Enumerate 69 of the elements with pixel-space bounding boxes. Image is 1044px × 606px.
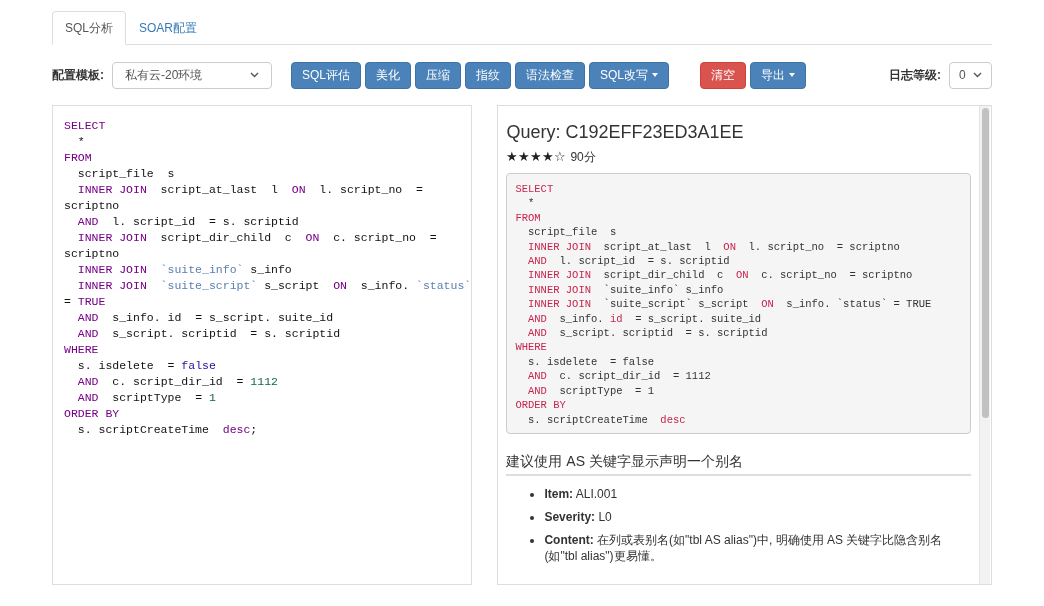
toolbar-button[interactable]: 清空 (700, 61, 747, 89)
section-heading: 建议使用 AS 关键字显示声明一个别名 (506, 450, 971, 476)
code-line: = TRUE (64, 294, 107, 310)
toolbar-button[interactable]: SQL评估 (291, 61, 361, 89)
score: 90分 (570, 149, 596, 166)
code-line: AND s_info. id = s_script. suite_id (527, 311, 763, 327)
code-line: s. isdelete = false (527, 354, 656, 370)
code-line: INNER JOIN script_at_last l ON l. script_no = (76, 182, 424, 198)
code-line: AND s_script. scriptid = s. scriptid (527, 326, 769, 341)
log-level-label: 日志等级: (889, 67, 941, 84)
chevron-icon (250, 72, 259, 78)
tab[interactable]: SQL分析 (52, 11, 126, 45)
star-icon: ★ (542, 149, 555, 165)
code-line: s. scriptCreateTime desc; (76, 422, 259, 438)
code-line: ORDER BY (64, 406, 121, 422)
code-line: AND c. script_dir_id = 1112 (527, 369, 712, 384)
code-line: INNER JOIN `suite_script` s_script ON s_info. `status` = TRUE (527, 297, 933, 312)
code-line: AND scriptType = 1 (76, 390, 217, 406)
chevron-icon (973, 72, 982, 78)
code-line: SELECT (64, 118, 107, 134)
log-level-select[interactable]: 0 (949, 61, 992, 89)
code-line: AND l. script_id = s. scriptid (76, 214, 300, 230)
toolbar-button[interactable]: 语法检查 (515, 61, 585, 89)
code-line: s. scriptCreateTime desc (527, 412, 687, 427)
code-line: AND s_info. id = s_script. suite_id (76, 310, 335, 326)
template-label: 配置模板: (52, 67, 104, 84)
code-line: script_file s (76, 166, 176, 182)
bullet-icon (530, 515, 535, 520)
code-line: INNER JOIN `suite_info` s_info (527, 282, 725, 298)
code-line: scriptno (64, 198, 121, 214)
toolbar-button[interactable]: SQL改写 (589, 61, 670, 89)
code-line: WHERE (515, 340, 548, 355)
code-line: INNER JOIN script_at_last l ON l. script_no = scriptno (527, 239, 901, 255)
star-icon: ★ (530, 149, 543, 165)
toolbar-button[interactable]: 压缩 (415, 61, 461, 89)
code-line: * (76, 134, 86, 150)
toolbar-button[interactable]: 指纹 (465, 61, 511, 89)
star-icon: ★ (518, 149, 531, 165)
sql-editor[interactable] (52, 105, 473, 585)
code-line: scriptno (64, 246, 121, 262)
code-line: INNER JOIN script_dir_child c ON c. script_no = (76, 230, 438, 246)
code-line: INNER JOIN `suite_info` s_info (76, 262, 293, 278)
code-line: INNER JOIN script_dir_child c ON c. script_no = scriptno (527, 268, 914, 283)
code-line: ORDER BY (515, 398, 567, 413)
code-line: WHERE (64, 342, 100, 358)
star-icon: ★ (506, 149, 519, 165)
toolbar-button[interactable]: 导出 (750, 61, 807, 89)
code-line: AND l. script_id = s. scriptid (527, 254, 731, 269)
query-title: Query: C192EFF23ED3A1EE (506, 121, 745, 144)
code-line: s. isdelete = false (76, 358, 217, 374)
code-line: script_file s (527, 225, 618, 240)
bullet-icon (530, 538, 535, 543)
scrollbar[interactable] (979, 106, 990, 584)
code-line: SELECT (515, 182, 555, 197)
star-icon: ☆ (554, 149, 567, 165)
code-line: INNER JOIN `suite_script` s_script ON s_info. `status` (76, 278, 472, 294)
code-line: AND s_script. scriptid = s. scriptid (76, 326, 342, 342)
list-item: Item: ALI.001 (544, 485, 618, 502)
code-line: FROM (64, 150, 93, 166)
template-select[interactable]: 私有云-20环境 (112, 61, 272, 89)
code-line: AND scriptType = 1 (527, 383, 656, 399)
list-item: Severity: L0 (544, 508, 612, 525)
toolbar-button[interactable]: 美化 (365, 61, 411, 89)
code-line: * (527, 196, 536, 211)
list-item: Content: 在列或表别名(如"tbl AS alias")中, 明确使用 AS 关键字比隐含别名(如"tbl alias")更易懂。 (544, 531, 944, 564)
tab[interactable]: SOAR配置 (126, 11, 211, 45)
bullet-icon (530, 492, 535, 497)
code-line: FROM (515, 210, 542, 226)
code-line: AND c. script_dir_id = 1112 (76, 374, 279, 390)
